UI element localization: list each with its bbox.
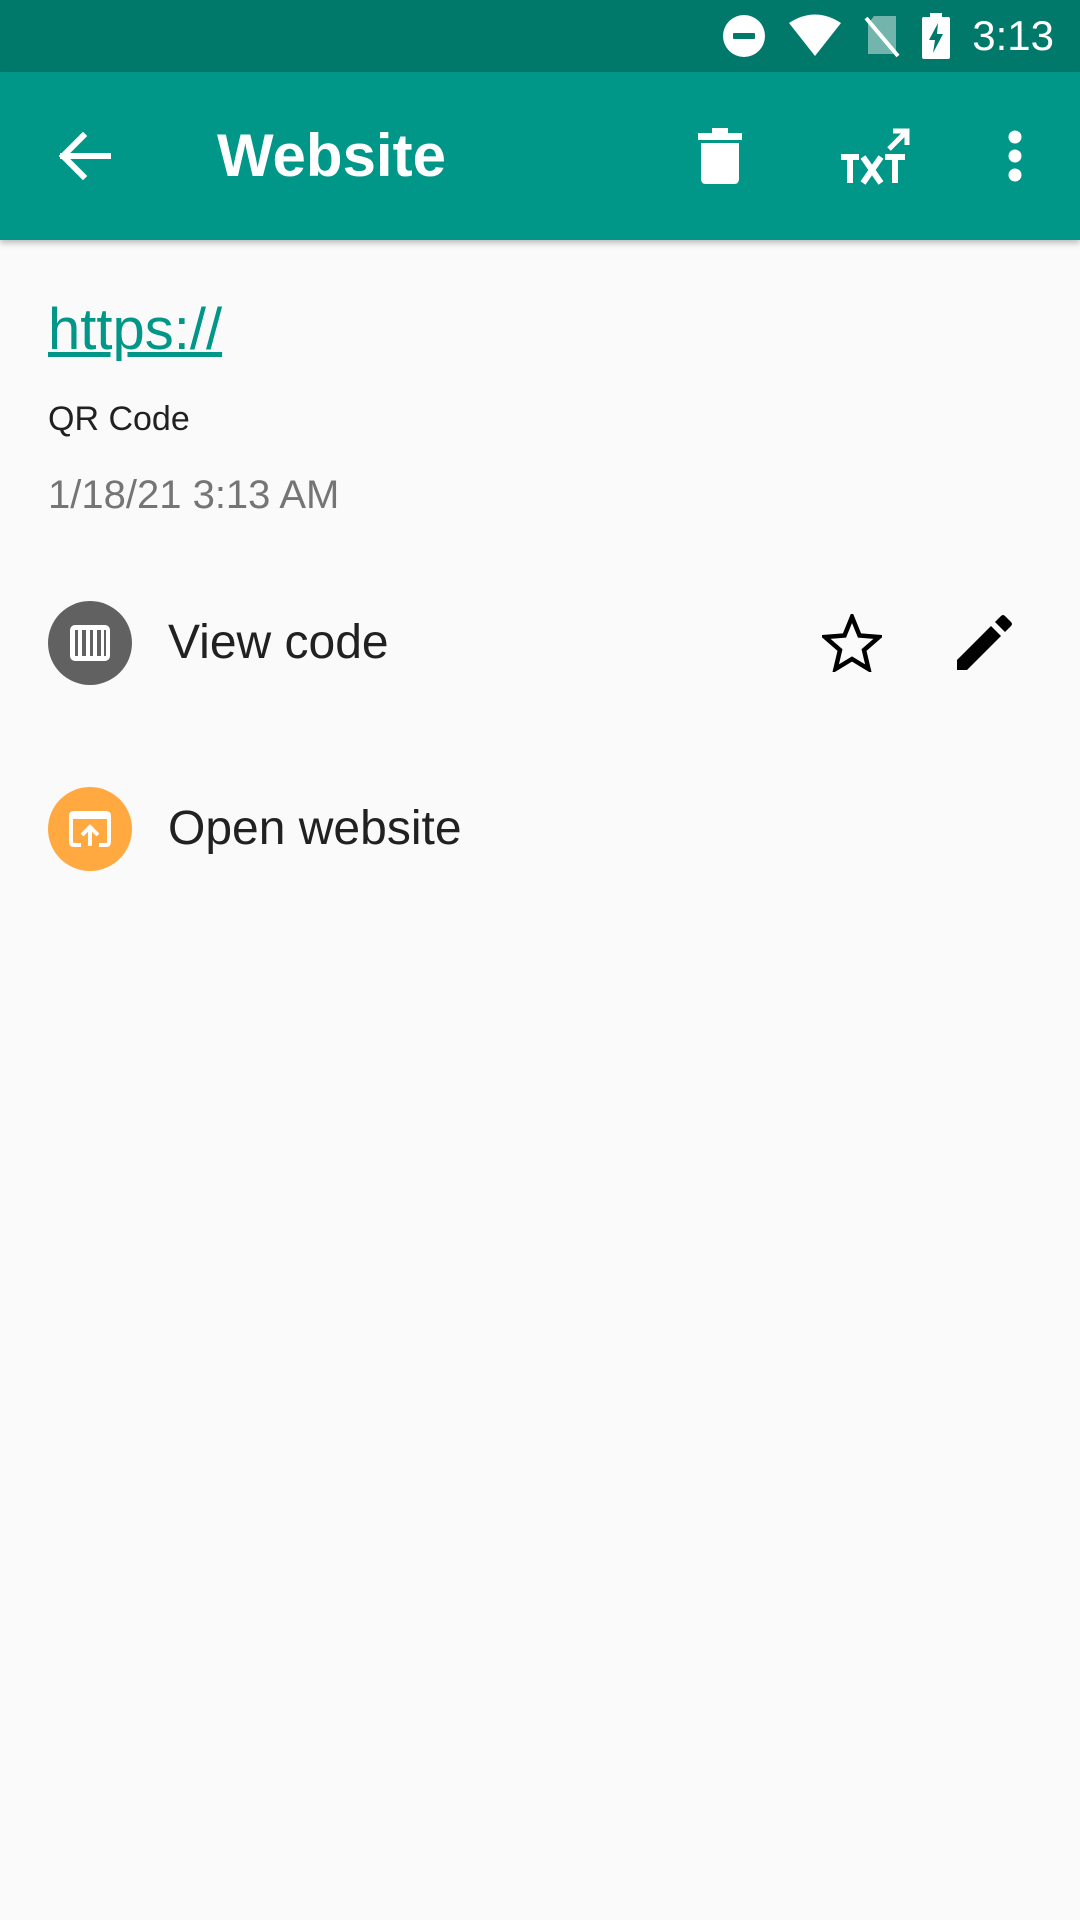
open-website-label: Open website: [168, 802, 462, 855]
view-code-row[interactable]: View code: [0, 569, 1080, 719]
open-in-browser-icon: [48, 787, 132, 871]
barcode-text-link[interactable]: https://: [48, 296, 222, 363]
edit-pencil-icon: [957, 615, 1012, 670]
wifi-icon: [789, 14, 842, 56]
view-code-label: View code: [168, 616, 389, 669]
screen: 3:13 Website https:// QR Code 1/18/21 3:…: [0, 0, 1080, 1920]
more-options-button[interactable]: [985, 72, 1045, 240]
barcode-icon: [48, 601, 132, 685]
export-txt-button[interactable]: [830, 72, 920, 240]
barcode-date: 1/18/21 3:13 AM: [48, 473, 340, 517]
back-button[interactable]: [38, 72, 130, 240]
battery-charging-icon: [922, 13, 951, 59]
status-time: 3:13: [972, 12, 1054, 59]
do-not-disturb-icon: [723, 15, 766, 57]
no-sim-icon: [864, 16, 900, 58]
favorite-button[interactable]: [804, 595, 900, 691]
status-icons: 3:13: [722, 0, 1080, 72]
delete-icon: [698, 128, 742, 184]
open-website-row[interactable]: Open website: [0, 755, 1080, 905]
delete-button[interactable]: [678, 72, 762, 240]
edit-button[interactable]: [936, 595, 1032, 691]
back-arrow-icon: [58, 132, 111, 180]
status-bar: 3:13: [0, 0, 1080, 72]
more-vert-icon: [1008, 130, 1022, 182]
barcode-format: QR Code: [48, 400, 190, 438]
app-title: Website: [217, 122, 446, 189]
app-bar: Website: [0, 72, 1080, 240]
export-txt-icon: [841, 128, 910, 185]
star-outline-icon: [822, 614, 882, 672]
